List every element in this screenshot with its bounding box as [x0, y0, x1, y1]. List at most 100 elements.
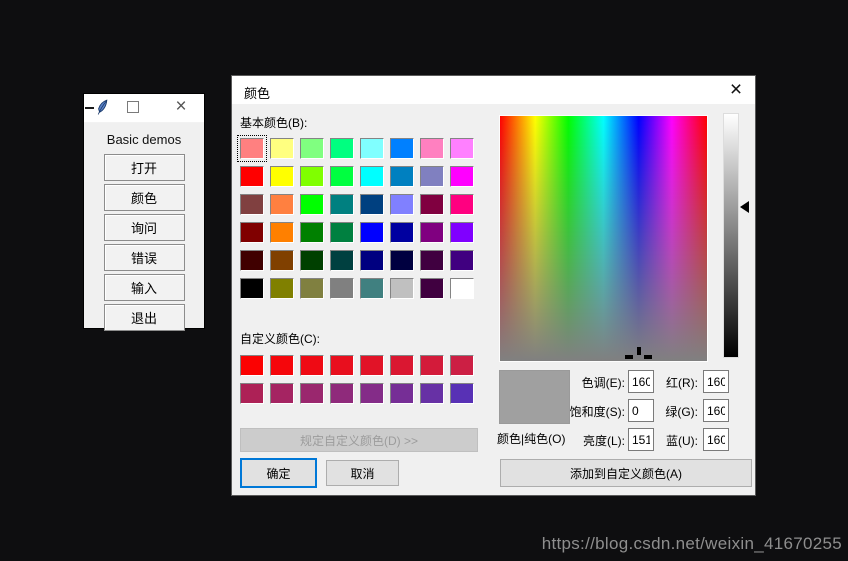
color-swatch[interactable]	[240, 194, 264, 215]
color-swatch[interactable]	[390, 355, 414, 376]
ok-button[interactable]: 确定	[240, 458, 317, 488]
color-swatch[interactable]	[420, 278, 444, 299]
color-swatch[interactable]	[420, 250, 444, 271]
tk-feather-icon	[94, 99, 110, 116]
color-swatch[interactable]	[390, 250, 414, 271]
color-swatch[interactable]	[330, 355, 354, 376]
dialog-title: 颜色	[244, 83, 270, 102]
color-swatch[interactable]	[240, 138, 264, 159]
minimize-dash-icon	[85, 107, 94, 109]
color-swatch[interactable]	[450, 166, 474, 187]
red-input[interactable]	[703, 370, 729, 393]
color-swatch[interactable]	[300, 194, 324, 215]
color-swatch[interactable]	[360, 166, 384, 187]
picker-crosshair-icon	[625, 355, 633, 359]
color-swatch[interactable]	[240, 166, 264, 187]
picker-crosshair-icon	[644, 355, 652, 359]
color-swatch[interactable]	[270, 194, 294, 215]
color-swatch[interactable]	[300, 383, 324, 404]
color-swatch[interactable]	[300, 166, 324, 187]
color-swatch[interactable]	[420, 138, 444, 159]
blue-input[interactable]	[703, 428, 729, 451]
color-swatch[interactable]	[240, 222, 264, 243]
color-swatch[interactable]	[270, 383, 294, 404]
color-swatch[interactable]	[450, 355, 474, 376]
color-swatch[interactable]	[330, 278, 354, 299]
hue-saturation-field[interactable]	[499, 115, 708, 362]
color-swatch[interactable]	[240, 383, 264, 404]
color-swatch[interactable]	[300, 278, 324, 299]
input-button[interactable]: 输入	[104, 274, 185, 301]
exit-button[interactable]: 退出	[104, 304, 185, 331]
color-swatch[interactable]	[360, 250, 384, 271]
color-button[interactable]: 颜色	[104, 184, 185, 211]
color-swatch[interactable]	[420, 166, 444, 187]
color-swatch[interactable]	[270, 250, 294, 271]
error-button[interactable]: 错误	[104, 244, 185, 271]
open-button[interactable]: 打开	[104, 154, 185, 181]
color-swatch[interactable]	[390, 194, 414, 215]
color-swatch[interactable]	[360, 222, 384, 243]
color-swatch[interactable]	[330, 383, 354, 404]
color-swatch[interactable]	[420, 355, 444, 376]
ask-button[interactable]: 询问	[104, 214, 185, 241]
cancel-button[interactable]: 取消	[326, 460, 399, 486]
color-swatch[interactable]	[450, 278, 474, 299]
saturation-label: 饱和度(S):	[531, 403, 625, 420]
color-dialog: 颜色 × 基本颜色(B): 自定义颜色(C): 规定自定义颜色(D) >> 确定…	[232, 76, 755, 495]
color-swatch[interactable]	[270, 278, 294, 299]
basic-colors-label: 基本颜色(B):	[240, 114, 307, 131]
color-swatch[interactable]	[300, 222, 324, 243]
color-swatch[interactable]	[330, 194, 354, 215]
close-icon[interactable]: ×	[170, 95, 192, 119]
color-swatch[interactable]	[330, 138, 354, 159]
maximize-icon[interactable]	[127, 101, 139, 113]
color-swatch[interactable]	[270, 166, 294, 187]
add-to-custom-colors-button[interactable]: 添加到自定义颜色(A)	[500, 459, 752, 487]
color-swatch[interactable]	[450, 138, 474, 159]
custom-colors-label: 自定义颜色(C):	[240, 330, 320, 347]
color-swatch[interactable]	[450, 250, 474, 271]
red-label: 红(R):	[640, 374, 698, 391]
green-label: 绿(G):	[640, 403, 698, 420]
color-swatch[interactable]	[360, 278, 384, 299]
color-swatch[interactable]	[300, 138, 324, 159]
luminance-slider[interactable]	[723, 113, 739, 358]
color-swatch[interactable]	[450, 194, 474, 215]
color-swatch[interactable]	[390, 222, 414, 243]
color-swatch[interactable]	[420, 222, 444, 243]
demo-window-label: Basic demos	[107, 131, 181, 149]
color-swatch[interactable]	[420, 194, 444, 215]
color-swatch[interactable]	[270, 355, 294, 376]
demo-window-titlebar[interactable]: ×	[84, 94, 204, 123]
color-swatch[interactable]	[360, 355, 384, 376]
green-input[interactable]	[703, 399, 729, 422]
desktop-background: × Basic demos 打开 颜色 询问 错误 输入 退出 颜色 × 基本颜…	[0, 0, 848, 561]
dialog-titlebar[interactable]: 颜色 ×	[232, 76, 755, 104]
color-swatch[interactable]	[390, 138, 414, 159]
blue-label: 蓝(U):	[640, 432, 698, 449]
color-swatch[interactable]	[240, 278, 264, 299]
dialog-close-icon[interactable]: ×	[723, 77, 749, 103]
color-swatch[interactable]	[360, 383, 384, 404]
color-swatch[interactable]	[390, 166, 414, 187]
color-swatch[interactable]	[300, 355, 324, 376]
color-swatch[interactable]	[360, 138, 384, 159]
luminance-arrow-icon[interactable]	[740, 201, 749, 213]
color-swatch[interactable]	[420, 383, 444, 404]
color-swatch[interactable]	[300, 250, 324, 271]
color-swatch[interactable]	[330, 222, 354, 243]
color-swatch[interactable]	[240, 355, 264, 376]
basic-colors-grid	[240, 138, 474, 299]
color-swatch[interactable]	[270, 138, 294, 159]
color-swatch[interactable]	[330, 166, 354, 187]
color-swatch[interactable]	[450, 222, 474, 243]
color-swatch[interactable]	[390, 383, 414, 404]
demo-window-body: Basic demos 打开 颜色 询问 错误 输入 退出	[84, 123, 204, 331]
color-swatch[interactable]	[240, 250, 264, 271]
color-swatch[interactable]	[330, 250, 354, 271]
color-swatch[interactable]	[270, 222, 294, 243]
color-swatch[interactable]	[390, 278, 414, 299]
color-swatch[interactable]	[360, 194, 384, 215]
color-swatch[interactable]	[450, 383, 474, 404]
